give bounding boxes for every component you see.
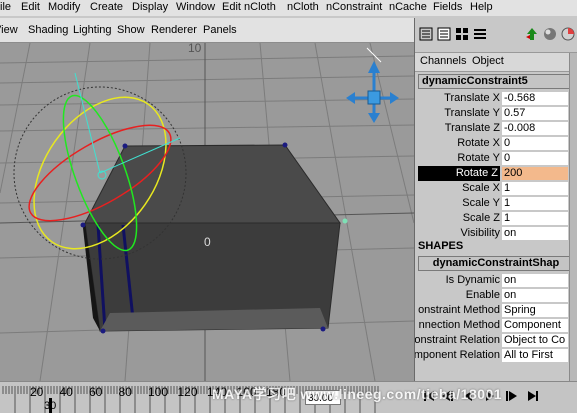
viewport-menu-bar: View Shading Lighting Show Renderer Pane… [0,18,414,43]
channel-label[interactable]: Translate X [444,91,500,106]
channel-row[interactable]: Translate X -0.568 [415,91,575,106]
channel-label[interactable]: Rotate X [457,136,500,151]
center-label: 0 [204,235,211,249]
tool-settings-icon[interactable] [455,27,469,41]
shape-attribute-label: mponent Relation [415,349,500,361]
shape-attribute-value[interactable]: on [502,274,568,287]
shapes-header: SHAPES [418,240,464,252]
viewport-panel[interactable]: View Shading Lighting Show Renderer Pane… [0,18,415,381]
channel-row[interactable]: Rotate X0 [415,136,575,151]
viewport-menu-show[interactable]: Show [117,23,145,37]
channel-box-icon[interactable] [419,27,433,41]
shape-attribute-label: nnection Method [418,319,500,331]
watermark-text: MAYA学习吧 www.lineeg.com/tieba/18001 [212,386,503,402]
shape-attribute-row[interactable]: Is Dynamic on [415,273,575,288]
channel-label[interactable]: Translate Z [445,121,500,136]
shape-attribute-value[interactable]: Component [502,319,568,332]
channel-label[interactable]: Scale Y [462,196,500,211]
shape-attribute-row[interactable]: nnection Method Component [415,318,575,333]
channel-value-field[interactable]: 0.57 [502,107,568,120]
menu-create[interactable]: Create [90,0,123,14]
main-menu-bar: ile Edit Modify Create Display Window Ed… [0,0,577,16]
shape-attribute-value[interactable]: Spring [502,304,568,317]
channel-value-field[interactable]: on [502,227,568,240]
viewport-menu-renderer[interactable]: Renderer [151,23,197,37]
time-tick-label: 40 [60,385,74,399]
channel-value-field[interactable]: 1 [502,182,568,195]
channel-row[interactable]: Scale Z1 [415,211,575,226]
shape-attribute-row[interactable]: mponent Relation All to First [415,348,575,363]
menu-display[interactable]: Display [132,0,168,14]
shape-attribute-label: onstraint Method [418,304,500,316]
grid-label-top: 10 [188,43,202,55]
menu-help[interactable]: Help [470,0,493,14]
go-to-end-button[interactable] [528,391,538,401]
viewport-menu-lighting[interactable]: Lighting [73,23,112,37]
channel-value-field[interactable]: 200 [502,167,568,180]
time-tick-label: 100 [148,385,168,399]
channel-row[interactable]: Translate Y 0.57 [415,106,575,121]
time-tick-label: 80 [119,385,133,399]
time-tick-label: 20 [30,385,44,399]
color-wheel-icon[interactable] [561,27,575,41]
viewport-menu-shading[interactable]: Shading [28,23,68,37]
object-name[interactable]: dynamicConstraint5 [418,74,574,89]
channel-row[interactable]: Scale X1 [415,181,575,196]
shaded-sphere-icon[interactable] [543,27,557,41]
shape-attribute-value[interactable]: on [502,289,568,302]
menu-modify[interactable]: Modify [48,0,80,14]
current-time-marker[interactable] [49,398,52,413]
channel-box-menu: Channels Object [415,53,577,72]
time-tick-label: 120 [178,385,198,399]
shape-attribute-row[interactable]: onstraint Relation Object to Co [415,333,575,348]
shape-attribute-row[interactable]: Enable on [415,288,575,303]
menu-file[interactable]: ile [0,0,11,14]
menu-nconstraint[interactable]: nConstraint [326,0,382,14]
channel-row[interactable]: Visibility on [415,226,575,241]
layer-editor-icon[interactable] [473,27,487,41]
channel-value-field[interactable]: -0.008 [502,122,568,135]
cube-mesh[interactable] [80,142,348,334]
viewport-menu-panels[interactable]: Panels [203,23,237,37]
channel-label[interactable]: Rotate Y [457,151,500,166]
channel-label[interactable]: Scale X [462,181,500,196]
menu-window[interactable]: Window [176,0,215,14]
tab-channels[interactable]: Channels [420,55,466,67]
move-tool-icon[interactable] [525,27,539,41]
menu-edit[interactable]: Edit [21,0,40,14]
channel-value-field[interactable]: 1 [502,212,568,225]
shape-attribute-value[interactable]: All to First [502,349,568,362]
channel-label[interactable]: Scale Z [463,211,500,226]
menu-edit-ncloth[interactable]: Edit nCloth [222,0,276,14]
shape-attribute-label: onstraint Relation [415,334,500,346]
channel-value-field[interactable]: 0 [502,152,568,165]
channel-row[interactable]: Translate Z -0.008 [415,121,575,136]
channel-box-panel: Channels Object dynamicConstraint5 SHAPE… [415,18,577,381]
channel-value-field[interactable]: -0.568 [502,92,568,105]
channel-value-field[interactable]: 0 [502,137,568,150]
channel-value-field[interactable]: 1 [502,197,568,210]
shape-attribute-label: Is Dynamic [445,274,500,286]
channel-box-toolbar [415,18,577,53]
view-axis-icon[interactable] [346,47,399,123]
step-forward-button[interactable] [506,391,517,401]
channel-label[interactable]: Visibility [460,226,500,241]
menu-fields[interactable]: Fields [433,0,462,14]
shape-attribute-label: Enable [465,289,500,301]
attribute-editor-icon[interactable] [437,27,451,41]
menu-ncache[interactable]: nCache [389,0,427,14]
shape-attribute-row[interactable]: onstraint Method Spring [415,303,575,318]
time-tick-label: 60 [89,385,103,399]
shape-attribute-value[interactable]: Object to Co [502,334,568,347]
scene-view[interactable]: 10 0 [0,43,414,381]
viewport-menu-view[interactable]: View [0,23,18,37]
channel-label[interactable]: Rotate Z [418,166,500,181]
channel-row[interactable]: Scale Y1 [415,196,575,211]
shape-name[interactable]: dynamicConstraintShap [418,256,574,271]
channel-row[interactable]: Rotate Z 200 [415,166,575,181]
channel-row[interactable]: Rotate Y0 [415,151,575,166]
channel-label[interactable]: Translate Y [444,106,500,121]
menu-ncloth[interactable]: nCloth [287,0,319,14]
tab-object[interactable]: Object [472,55,504,67]
